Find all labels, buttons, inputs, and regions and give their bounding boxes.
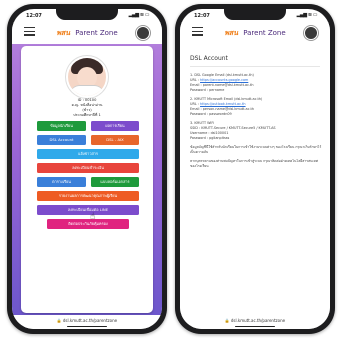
signal-icon: ▂▄▆ ≋ ▭: [128, 12, 150, 18]
signal-icon: ▂▄▆ ≋ ▭: [296, 12, 318, 18]
quality-report-button[interactable]: รายงานผลการพัฒนาคุณภาพผู้เรียน: [37, 191, 139, 201]
screen-right: 12:07 ▂▄▆ ≋ ▭ พสน Parent Zone DSL Accoun…: [180, 9, 330, 329]
home-indicator: [235, 325, 275, 327]
url-text: dsl.kmutt.ac.th/parentzone: [62, 318, 118, 323]
url-text: dsl.kmutt.ac.th/parentzone: [230, 318, 286, 323]
brand-title: Parent Zone: [243, 29, 286, 37]
password-row: Password : passwordn09: [190, 112, 232, 116]
password-row: Password : pglianpitsss: [190, 136, 230, 140]
line-register-button[interactable]: ลงทะเบียนเชื่อมต่อ LINE: [37, 205, 139, 215]
student-info-button[interactable]: ข้อมูลนักเรียน: [37, 121, 86, 131]
account-details: 1. DSL Google Email (dsl.kmutt.ac.th) UR…: [190, 69, 322, 169]
notch: [56, 9, 118, 20]
brand-logo: พสน: [224, 30, 238, 37]
note-text: ข้อมูลบัญชีนี้ใช้สำหรับนักเรียนในการเข้า…: [190, 145, 322, 154]
password-row: Password : pername: [190, 88, 225, 92]
screen-left: 12:07 ▂▄▆ ≋ ▭ พสน Parent Zone ID : 00100…: [12, 9, 162, 329]
student-card: ID : 00100 ด.ญ. หนังสือน่าอ่าน (ข้าว) ปร…: [21, 46, 153, 313]
lock-icon: 🔒: [224, 318, 230, 323]
payment-button[interactable]: ลงทะเบียนชำระเงิน: [37, 163, 139, 173]
lock-icon: 🔒: [56, 318, 62, 323]
status-time: 12:07: [26, 13, 42, 19]
ssid-value: KMUTT-Secure / KMUTT-Secure5 / KMUTT-AS: [201, 126, 276, 130]
news-button[interactable]: แจ้งข่าวสาร: [37, 149, 139, 159]
profile-avatar-icon[interactable]: [136, 26, 150, 40]
insurance-contact-button[interactable]: ติดต่อประกันภัยคุ้มครอง: [47, 219, 129, 229]
google-link[interactable]: https://accounts.google.com: [200, 78, 248, 82]
student-class: ประถมศึกษาปีที่ 1: [73, 113, 101, 117]
note-text: หากบุตรหลานของท่านพบปัญหาในการเข้าสู่ระบ…: [190, 159, 319, 168]
brand-title: Parent Zone: [75, 29, 118, 37]
home-indicator: [67, 325, 107, 327]
outlook-link[interactable]: https://outlook.kmutt.ac.th: [200, 102, 246, 106]
documents-button[interactable]: แบบฟอร์มเอกสาร: [91, 177, 139, 187]
notch: [224, 9, 286, 20]
phone-left: 12:07 ▂▄▆ ≋ ▭ พสน Parent Zone ID : 00100…: [7, 4, 167, 334]
brand-logo: พสน: [56, 30, 70, 37]
dsl-account-button[interactable]: DSL Account: [37, 135, 86, 145]
student-info: ID : 00100 ด.ญ. หนังสือน่าอ่าน (ข้าว) ปร…: [21, 98, 153, 118]
status-time: 12:07: [194, 13, 210, 19]
page-title: DSL Account: [190, 55, 320, 67]
app-header: พสน Parent Zone: [180, 22, 330, 44]
dsl-aix-button[interactable]: DSL - AIX: [91, 135, 139, 145]
grades-button[interactable]: ผลการเรียน: [91, 121, 139, 131]
profile-avatar-icon[interactable]: [304, 26, 318, 40]
student-avatar: [66, 56, 108, 98]
schedule-button[interactable]: ตารางเรียน: [37, 177, 86, 187]
phone-right: 12:07 ▂▄▆ ≋ ▭ พสน Parent Zone DSL Accoun…: [175, 4, 335, 334]
app-header: พสน Parent Zone: [12, 22, 162, 44]
